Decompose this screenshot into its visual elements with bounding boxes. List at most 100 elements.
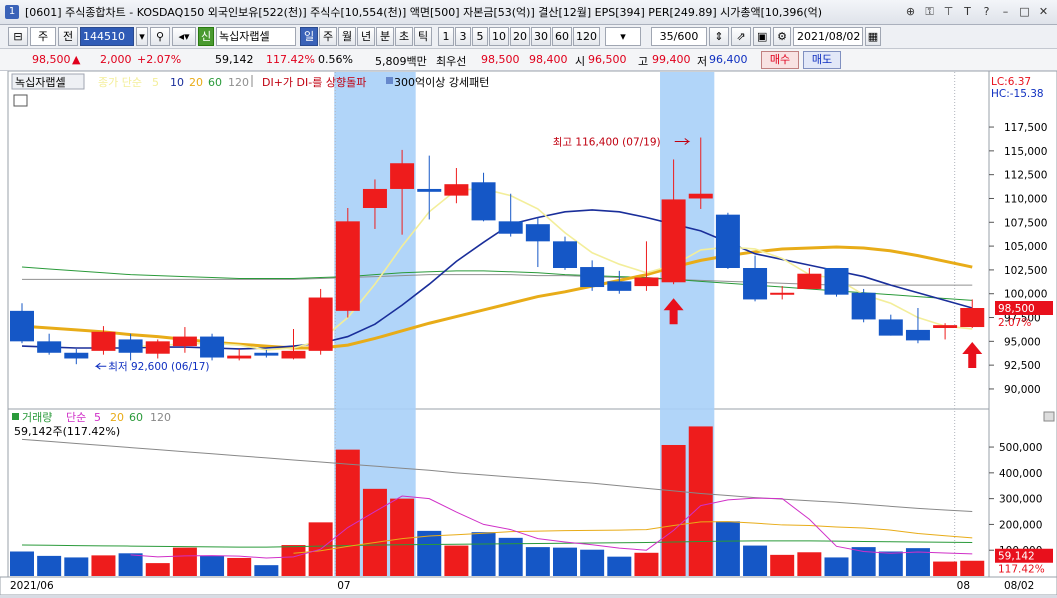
- minute-button[interactable]: 3: [455, 27, 471, 46]
- volume-bar: [688, 426, 713, 576]
- code-dropdown-icon[interactable]: ▾: [136, 27, 148, 46]
- minimize-icon[interactable]: –: [998, 4, 1013, 19]
- minute-button[interactable]: 10: [489, 27, 509, 46]
- price-tick-label: 117,500: [1004, 122, 1047, 134]
- calendar-icon[interactable]: ▦: [865, 27, 881, 46]
- priority-label: 최우선: [436, 55, 467, 68]
- window-number[interactable]: 1: [5, 5, 19, 19]
- period-button[interactable]: 년: [357, 27, 375, 46]
- candle-body: [797, 273, 822, 289]
- sound-icon[interactable]: ◂▾: [172, 27, 196, 46]
- panel-close-icon: [1043, 411, 1055, 422]
- volume-bar: [64, 557, 89, 576]
- volume-bar: [10, 551, 34, 576]
- candle-body: [471, 182, 496, 221]
- minute-button[interactable]: 30: [531, 27, 551, 46]
- legend-pattern: 300억이상 강세패턴: [394, 76, 489, 89]
- volume-bar: [634, 552, 659, 576]
- candle-body: [37, 341, 62, 353]
- sell-button[interactable]: 매도: [803, 51, 841, 69]
- candle-body: [661, 199, 686, 283]
- candle-body: [933, 325, 958, 328]
- candle-body: [145, 341, 170, 354]
- range-display[interactable]: 35/600: [651, 27, 707, 46]
- candle-body: [743, 268, 768, 300]
- period-button[interactable]: 틱: [414, 27, 432, 46]
- minute-button[interactable]: 60: [552, 27, 572, 46]
- volume-bar: [118, 553, 143, 576]
- change-amount: 2,000: [100, 53, 132, 66]
- help-icon[interactable]: ?: [979, 4, 994, 19]
- volume-bar: [661, 444, 686, 576]
- volume-bar: [281, 545, 306, 576]
- volume-bar: [227, 557, 252, 576]
- maximize-icon[interactable]: □: [1017, 4, 1032, 19]
- minute-button[interactable]: 20: [510, 27, 530, 46]
- menu-icon[interactable]: ⊟: [8, 27, 28, 46]
- close-icon[interactable]: ✕: [1036, 4, 1051, 19]
- period-button[interactable]: 주: [319, 27, 337, 46]
- legend-stock-name: 녹십자랩셀: [15, 76, 66, 89]
- period-button[interactable]: 월: [338, 27, 356, 46]
- open-price: 96,500: [588, 53, 627, 66]
- unit-select[interactable]: ▾: [605, 27, 641, 46]
- candle-body: [10, 310, 34, 342]
- minute-button[interactable]: 1: [438, 27, 454, 46]
- zoom-icon[interactable]: ⇕: [709, 27, 729, 46]
- buy-button[interactable]: 매수: [761, 51, 799, 69]
- last-volume-tag-text: 59,142: [998, 551, 1035, 563]
- candle-body: [688, 193, 713, 199]
- last-price-tag-text: 98,500: [998, 303, 1035, 315]
- volume-legend-ma-label: 단순: [66, 411, 86, 424]
- period-button[interactable]: 일: [300, 27, 318, 46]
- volume-bar: [200, 555, 225, 576]
- legend-ma-label: 종가 단순: [98, 76, 142, 89]
- price-tick-label: 90,000: [1004, 384, 1041, 396]
- x-axis-panel: [0, 576, 1057, 596]
- lock-icon[interactable]: ⚿: [922, 4, 937, 19]
- settings-icon[interactable]: ⚙: [773, 27, 791, 46]
- period-button[interactable]: 분: [376, 27, 394, 46]
- price-tick-label: 105,000: [1004, 241, 1047, 253]
- volume-bar: [91, 555, 116, 576]
- search-icon[interactable]: ⚲: [150, 27, 170, 46]
- legend-ma-item: 10: [170, 76, 184, 89]
- legend-signal: DI+가 DI-를 상향돌파: [262, 76, 366, 89]
- hc-label: HC:-15.38: [991, 88, 1044, 100]
- volume-value: 59,142: [215, 53, 254, 66]
- stock-chart[interactable]: 117,500 115,000 112,500 110,000 107,500 105,0…: [0, 70, 1057, 596]
- pin-icon[interactable]: ⊤: [941, 4, 956, 19]
- link-icon[interactable]: ⊕: [903, 4, 918, 19]
- chart-area[interactable]: 117,500 115,000 112,500 110,000 107,500 105,0…: [0, 70, 1057, 596]
- volume-legend-ma-item: 60: [129, 411, 143, 424]
- candle-body: [254, 352, 279, 356]
- period-button[interactable]: 초: [395, 27, 413, 46]
- minute-button[interactable]: 5: [472, 27, 488, 46]
- low-label: 저: [697, 55, 708, 68]
- candle-body: [824, 268, 849, 295]
- legend-ma-item: 20: [189, 76, 203, 89]
- font-size-icon[interactable]: T: [960, 4, 975, 19]
- date-input[interactable]: 2021/08/02: [793, 27, 863, 46]
- volume-bar: [824, 557, 849, 576]
- volume-bar: [362, 488, 387, 576]
- type-select[interactable]: 주: [30, 27, 56, 46]
- high-price: 99,400: [652, 53, 691, 66]
- crosshair-icon[interactable]: ⇗: [731, 27, 751, 46]
- candle-body: [905, 329, 930, 341]
- volume-bar: [172, 547, 197, 576]
- legend-ma-item: 120: [228, 76, 249, 89]
- volume-bar: [145, 563, 170, 576]
- last-pct-tag-text: 2.07%: [998, 317, 1031, 329]
- prev-button[interactable]: 전: [58, 27, 78, 46]
- minute-button[interactable]: 120: [573, 27, 600, 46]
- candle-body: [607, 281, 632, 291]
- candle-body: [362, 188, 387, 208]
- window-controls: ⊕ ⚿ ⊤ T ? – □ ✕: [903, 4, 1051, 19]
- candle-body: [281, 350, 306, 359]
- max-price-annotation: 최고 116,400 (07/19): [553, 137, 661, 149]
- stock-code-input[interactable]: 144510: [80, 27, 134, 46]
- min-price-annotation: 최저 92,600 (06/17): [108, 361, 209, 373]
- save-icon[interactable]: ▣: [753, 27, 771, 46]
- volume-bar: [607, 556, 632, 576]
